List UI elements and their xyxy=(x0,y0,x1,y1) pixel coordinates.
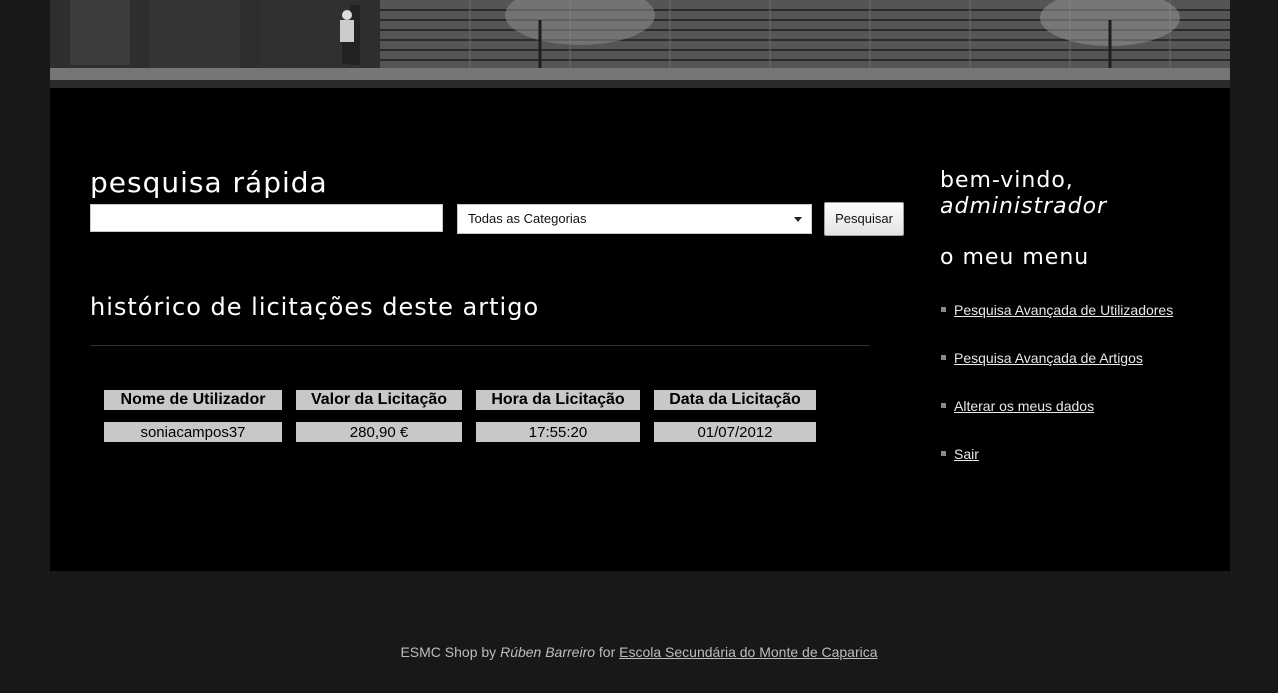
footer-middle: for xyxy=(598,644,616,660)
divider xyxy=(90,345,870,346)
footer-author: Rúben Barreiro xyxy=(500,644,596,660)
building-photo xyxy=(50,0,1230,88)
footer: ESMC Shop by Rúben Barreiro for Escola S… xyxy=(0,644,1278,660)
bullet-icon xyxy=(941,403,946,408)
bid-history-table: Nome de Utilizador Valor da Licitação Ho… xyxy=(90,378,830,454)
cell-bid-date: 01/07/2012 xyxy=(654,422,816,442)
header-banner-image xyxy=(50,0,1230,88)
column-header-username: Nome de Utilizador xyxy=(104,390,282,410)
menu-link-advanced-user-search[interactable]: Pesquisa Avançada de Utilizadores xyxy=(954,302,1173,318)
cell-bid-value: 280,90 € xyxy=(296,422,462,442)
table-row: soniacampos37 280,90 € 17:55:20 01/07/20… xyxy=(104,422,816,442)
bullet-icon xyxy=(941,307,946,312)
category-select[interactable]: Todas as Categorias xyxy=(457,204,812,234)
category-select-value: Todas as Categorias xyxy=(468,211,587,226)
menu-item-logout: Sair xyxy=(940,442,1173,490)
footer-prefix: ESMC Shop by xyxy=(400,644,497,660)
column-header-bid-date: Data da Licitação xyxy=(654,390,816,410)
footer-school-link[interactable]: Escola Secundária do Monte de Caparica xyxy=(619,644,877,660)
table-header-row: Nome de Utilizador Valor da Licitação Ho… xyxy=(104,390,816,410)
bullet-icon xyxy=(941,355,946,360)
menu-link-advanced-item-search[interactable]: Pesquisa Avançada de Artigos xyxy=(954,350,1143,366)
chevron-down-icon xyxy=(794,217,802,222)
cell-bid-time: 17:55:20 xyxy=(476,422,640,442)
cell-username: soniacampos37 xyxy=(104,422,282,442)
user-menu: Pesquisa Avançada de Utilizadores Pesqui… xyxy=(940,298,1173,490)
my-menu-title: o meu menu xyxy=(940,245,1090,270)
welcome-text: bem-vindo, xyxy=(940,168,1074,193)
menu-item-advanced-item-search: Pesquisa Avançada de Artigos xyxy=(940,346,1173,394)
menu-link-edit-my-data[interactable]: Alterar os meus dados xyxy=(954,398,1094,414)
search-button[interactable]: Pesquisar xyxy=(824,202,904,236)
search-input[interactable] xyxy=(90,204,443,232)
page: pesquisa rápida Todas as Categorias Pesq… xyxy=(0,0,1278,693)
column-header-bid-time: Hora da Licitação xyxy=(476,390,640,410)
main-panel: pesquisa rápida Todas as Categorias Pesq… xyxy=(50,88,1230,571)
bullet-icon xyxy=(941,451,946,456)
menu-item-edit-my-data: Alterar os meus dados xyxy=(940,394,1173,442)
menu-item-advanced-user-search: Pesquisa Avançada de Utilizadores xyxy=(940,298,1173,346)
column-header-bid-value: Valor da Licitação xyxy=(296,390,462,410)
quick-search-title: pesquisa rápida xyxy=(90,166,328,199)
welcome-heading: bem-vindo, administrador xyxy=(940,168,1107,220)
menu-link-logout[interactable]: Sair xyxy=(954,446,979,462)
bid-history-title: histórico de licitações deste artigo xyxy=(90,293,540,321)
welcome-username: administrador xyxy=(940,194,1108,219)
